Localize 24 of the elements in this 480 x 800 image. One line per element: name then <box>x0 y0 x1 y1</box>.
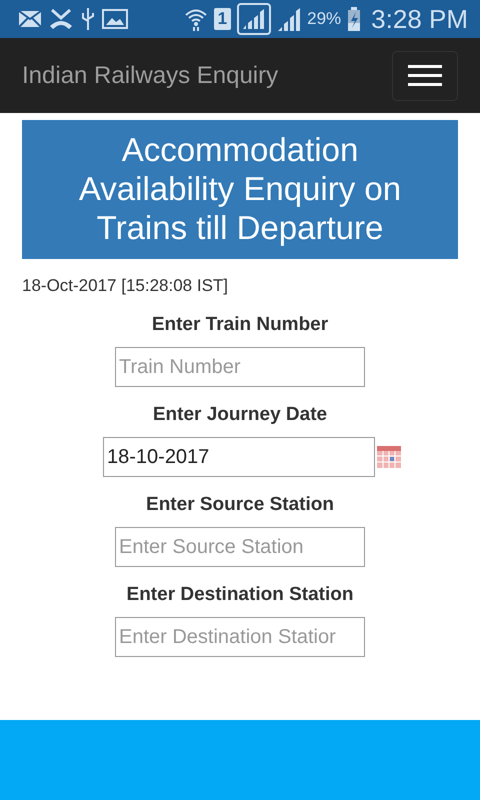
timestamp: 18-Oct-2017 [15:28:08 IST] <box>22 276 230 296</box>
missed-call-icon <box>48 8 74 30</box>
field-label: Enter Destination Station <box>126 584 354 606</box>
menu-icon <box>408 64 442 86</box>
page-heading: Accommodation Availability Enquiry on Trains till Departure <box>22 120 458 259</box>
field-label: Enter Journey Date <box>152 404 328 426</box>
date-field[interactable]: 18-10-2017 <box>103 437 375 477</box>
field-label: Enter Source Station <box>146 494 334 516</box>
clock: 3:28 PM <box>371 4 468 34</box>
input-field[interactable]: Train Number <box>115 347 365 387</box>
sim-badge: 1 <box>214 8 232 30</box>
input-field[interactable]: Enter Source Station <box>115 527 365 567</box>
calendar-icon[interactable] <box>377 446 401 468</box>
signal-icon <box>277 6 302 32</box>
menu-button[interactable] <box>392 50 458 100</box>
battery-percent: 29% <box>307 9 342 29</box>
mail-icon <box>18 10 42 28</box>
wifi-icon <box>184 7 208 31</box>
field-label: Enter Train Number <box>152 314 328 336</box>
image-icon <box>102 9 128 29</box>
battery-charging-icon <box>347 7 362 31</box>
app-title: Indian Railways Enquiry <box>22 62 278 90</box>
signal-icon <box>237 3 272 35</box>
input-field[interactable]: Enter Destination Statior <box>115 617 365 657</box>
